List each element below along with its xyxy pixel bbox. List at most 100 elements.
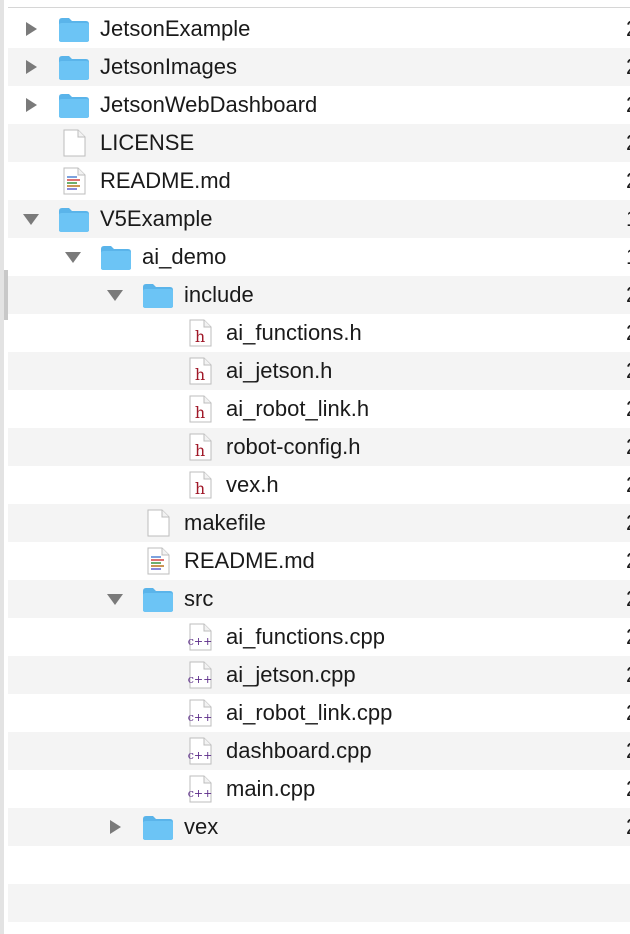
item-date-modified: 2	[626, 314, 630, 352]
folder-icon	[142, 585, 174, 613]
file-row[interactable]: h ai_robot_link.h 2	[8, 390, 630, 428]
file-list: JetsonExample2JetsonImages2JetsonWebDash…	[8, 10, 630, 922]
item-date-modified: 2	[626, 162, 630, 200]
item-name: LICENSE	[100, 130, 195, 155]
item-date-modified: 2	[626, 466, 630, 504]
item-date-modified: 2	[626, 770, 630, 808]
folder-icon	[100, 243, 132, 271]
document-icon	[142, 509, 174, 537]
item-date-modified: 2	[626, 580, 630, 618]
folder-row[interactable]: V5Example 1	[8, 200, 630, 238]
svg-text:c++: c++	[188, 673, 213, 686]
item-date-modified: 2	[626, 694, 630, 732]
item-name: JetsonExample	[100, 16, 251, 41]
folder-row[interactable]: JetsonImages 2	[8, 48, 630, 86]
file-row[interactable]: c++ ai_robot_link.cpp 2	[8, 694, 630, 732]
item-date-modified: 2	[626, 10, 630, 48]
header-file-icon: h	[184, 395, 216, 423]
folder-icon	[58, 53, 90, 81]
folder-row[interactable]: vex 2	[8, 808, 630, 846]
empty-row	[8, 884, 630, 922]
file-row[interactable]: h robot-config.h 2	[8, 428, 630, 466]
item-name: JetsonWebDashboard	[100, 92, 318, 117]
file-row[interactable]: h vex.h 2	[8, 466, 630, 504]
header-file-icon: h	[184, 319, 216, 347]
item-name: ai_functions.cpp	[226, 624, 385, 649]
item-name: include	[184, 282, 254, 307]
item-date-modified: 2	[626, 542, 630, 580]
item-name: src	[184, 586, 214, 611]
file-row[interactable]: README.md 2	[8, 162, 630, 200]
item-name: ai_jetson.h	[226, 358, 333, 383]
item-date-modified: 2	[626, 352, 630, 390]
file-row[interactable]: c++ main.cpp 2	[8, 770, 630, 808]
document-icon	[58, 129, 90, 157]
file-row[interactable]: LICENSE 2	[8, 124, 630, 162]
file-row[interactable]: h ai_functions.h 2	[8, 314, 630, 352]
folder-icon	[58, 91, 90, 119]
folder-row[interactable]: ai_demo 1	[8, 238, 630, 276]
folder-row[interactable]: include 2	[8, 276, 630, 314]
item-date-modified: 2	[626, 390, 630, 428]
item-date-modified: 2	[626, 618, 630, 656]
header-file-icon: h	[184, 433, 216, 461]
markdown-file-icon	[58, 167, 90, 195]
item-name: main.cpp	[226, 776, 316, 801]
item-name: robot-config.h	[226, 434, 361, 459]
disclosure-collapsed-icon[interactable]	[106, 819, 124, 835]
cpp-file-icon: c++	[184, 775, 216, 803]
header-file-icon: h	[184, 357, 216, 385]
item-name: ai_robot_link.h	[226, 396, 370, 421]
item-date-modified: 1	[626, 238, 630, 276]
cpp-file-icon: c++	[184, 623, 216, 651]
folder-row[interactable]: src 2	[8, 580, 630, 618]
item-name: dashboard.cpp	[226, 738, 372, 763]
item-name: ai_functions.h	[226, 320, 362, 345]
svg-text:h: h	[195, 327, 205, 346]
disclosure-expanded-icon[interactable]	[106, 591, 124, 607]
cpp-file-icon: c++	[184, 737, 216, 765]
finder-list-view: JetsonExample2JetsonImages2JetsonWebDash…	[0, 0, 630, 934]
item-date-modified: 2	[626, 656, 630, 694]
markdown-file-icon	[142, 547, 174, 575]
disclosure-expanded-icon[interactable]	[106, 287, 124, 303]
file-row[interactable]: h ai_jetson.h 2	[8, 352, 630, 390]
item-name: ai_jetson.cpp	[226, 662, 356, 687]
disclosure-collapsed-icon[interactable]	[22, 97, 40, 113]
disclosure-expanded-icon[interactable]	[64, 249, 82, 265]
item-name: makefile	[184, 510, 266, 535]
item-date-modified: 2	[626, 276, 630, 314]
disclosure-collapsed-icon[interactable]	[22, 59, 40, 75]
header-file-icon: h	[184, 471, 216, 499]
item-name: JetsonImages	[100, 54, 237, 79]
item-date-modified: 2	[626, 504, 630, 542]
item-name: V5Example	[100, 206, 213, 231]
disclosure-expanded-icon[interactable]	[22, 211, 40, 227]
file-row[interactable]: c++ ai_functions.cpp 2	[8, 618, 630, 656]
item-name: vex.h	[226, 472, 279, 497]
column-header-edge	[8, 0, 630, 8]
item-date-modified: 1	[626, 200, 630, 238]
disclosure-collapsed-icon[interactable]	[22, 21, 40, 37]
item-name: README.md	[100, 168, 231, 193]
item-name: ai_robot_link.cpp	[226, 700, 393, 725]
folder-row[interactable]: JetsonExample 2	[8, 10, 630, 48]
item-name: vex	[184, 814, 219, 839]
svg-text:h: h	[195, 365, 205, 384]
file-row[interactable]: c++ dashboard.cpp 2	[8, 732, 630, 770]
folder-icon	[58, 205, 90, 233]
file-row[interactable]: c++ ai_jetson.cpp 2	[8, 656, 630, 694]
item-date-modified: 2	[626, 86, 630, 124]
svg-text:h: h	[195, 479, 205, 498]
svg-text:h: h	[195, 403, 205, 422]
folder-icon	[58, 15, 90, 43]
item-date-modified: 2	[626, 48, 630, 86]
file-row[interactable]: README.md 2	[8, 542, 630, 580]
svg-text:c++: c++	[188, 787, 213, 800]
folder-row[interactable]: JetsonWebDashboard 2	[8, 86, 630, 124]
file-row[interactable]: makefile 2	[8, 504, 630, 542]
folder-icon	[142, 281, 174, 309]
svg-text:c++: c++	[188, 749, 213, 762]
empty-row	[8, 846, 630, 884]
item-date-modified: 2	[626, 124, 630, 162]
